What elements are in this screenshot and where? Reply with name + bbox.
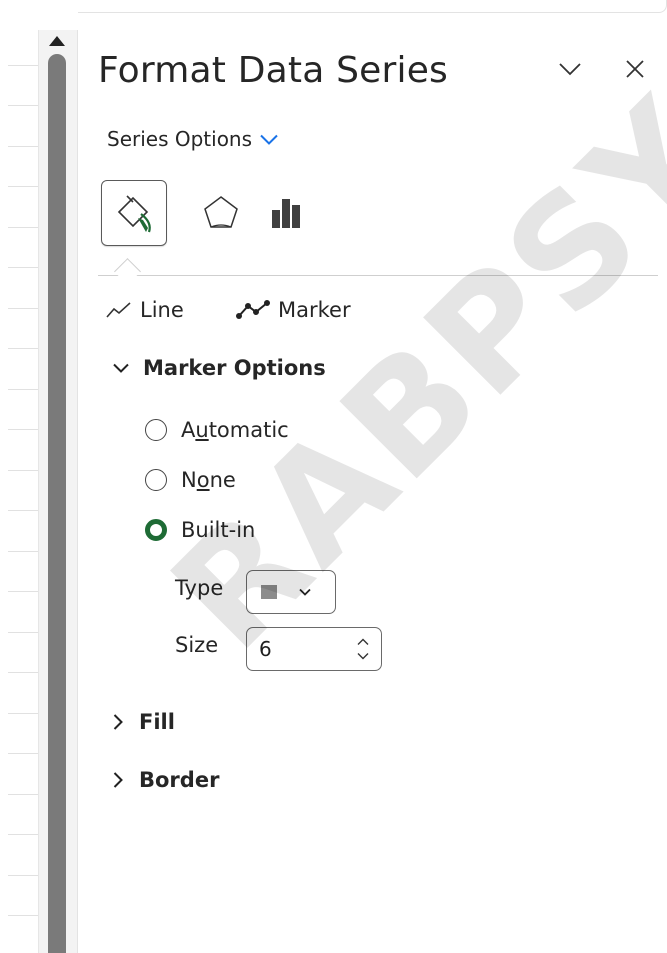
chevron-down-icon[interactable]	[357, 652, 369, 660]
gridline	[8, 551, 38, 552]
pentagon-icon	[204, 196, 238, 228]
spin-arrows[interactable]	[351, 629, 375, 669]
pane-options-button[interactable]	[555, 54, 585, 84]
gridline	[8, 632, 38, 633]
radio-button[interactable]	[145, 419, 167, 441]
gridline	[8, 753, 38, 754]
radio-built-in[interactable]: Built-in	[145, 518, 255, 542]
radio-button[interactable]	[145, 469, 167, 491]
radio-built-in-label: Built-in	[181, 518, 256, 542]
tab-effects[interactable]	[188, 180, 254, 246]
tab-fill-line[interactable]	[101, 180, 167, 246]
chevron-down-icon	[559, 63, 581, 76]
gridline	[8, 65, 38, 66]
gridline	[8, 834, 38, 835]
series-options-label: Series Options	[107, 127, 253, 151]
fill-section-title: Fill	[139, 710, 175, 734]
square-marker-icon	[261, 585, 277, 599]
subtab-marker-label: Marker	[278, 298, 351, 322]
gridline	[8, 794, 38, 795]
marker-type-dropdown[interactable]	[246, 570, 336, 614]
gridline	[8, 308, 38, 309]
excel-window: Format Data Series Series Options Line M…	[0, 0, 667, 953]
size-label: Size	[175, 633, 219, 657]
pane-top-edge	[78, 0, 667, 13]
marker-options-title: Marker Options	[143, 356, 326, 380]
radio-none-label: None	[181, 468, 236, 492]
subtab-marker[interactable]: Marker	[236, 298, 351, 322]
size-value[interactable]: 6	[259, 637, 351, 661]
gridline	[8, 672, 38, 673]
border-section-title: Border	[139, 768, 220, 792]
close-pane-button[interactable]	[620, 54, 650, 84]
radio-button-selected[interactable]	[145, 519, 167, 541]
type-label: Type	[175, 576, 224, 600]
line-with-markers-icon	[236, 300, 270, 319]
pane-title: Format Data Series	[98, 50, 449, 91]
subtab-line[interactable]: Line	[106, 298, 184, 322]
gridline	[8, 227, 38, 228]
gridline	[8, 591, 38, 592]
gridline	[8, 510, 38, 511]
marker-options-section-header[interactable]: Marker Options	[113, 356, 326, 380]
paint-bucket-icon	[117, 195, 151, 233]
chevron-right-icon	[113, 772, 123, 788]
close-icon	[626, 60, 644, 78]
chevron-down-icon	[260, 134, 278, 145]
worksheet-fragment	[0, 0, 38, 953]
selected-tab-indicator	[114, 258, 141, 285]
pane-border	[77, 30, 78, 953]
bar-chart-icon	[272, 199, 300, 228]
tab-divider	[98, 275, 658, 276]
tab-series-options[interactable]	[253, 180, 319, 246]
gridline	[8, 105, 38, 106]
gridline	[8, 915, 38, 916]
subtab-line-label: Line	[140, 298, 184, 322]
gridline	[8, 875, 38, 876]
gridline	[8, 429, 38, 430]
scroll-up-arrow-icon[interactable]	[49, 36, 65, 46]
radio-automatic-label: Automatic	[181, 418, 289, 442]
gridline	[8, 389, 38, 390]
line-icon	[106, 302, 131, 318]
chevron-right-icon	[113, 714, 123, 730]
fill-section-header[interactable]: Fill	[113, 710, 175, 734]
gridline	[8, 186, 38, 187]
gridline	[8, 146, 38, 147]
border-section-header[interactable]: Border	[113, 768, 219, 792]
gridline	[8, 348, 38, 349]
chevron-down-icon	[113, 363, 129, 373]
gridline	[8, 470, 38, 471]
gridline	[8, 267, 38, 268]
marker-size-spinner[interactable]: 6	[246, 627, 382, 671]
gridline	[8, 713, 38, 714]
radio-none[interactable]: None	[145, 468, 236, 492]
chevron-down-icon	[299, 588, 311, 596]
chevron-up-icon[interactable]	[357, 638, 369, 646]
series-options-dropdown[interactable]: Series Options	[107, 127, 278, 151]
radio-automatic[interactable]: Automatic	[145, 418, 289, 442]
scrollbar-thumb[interactable]	[48, 54, 66, 953]
